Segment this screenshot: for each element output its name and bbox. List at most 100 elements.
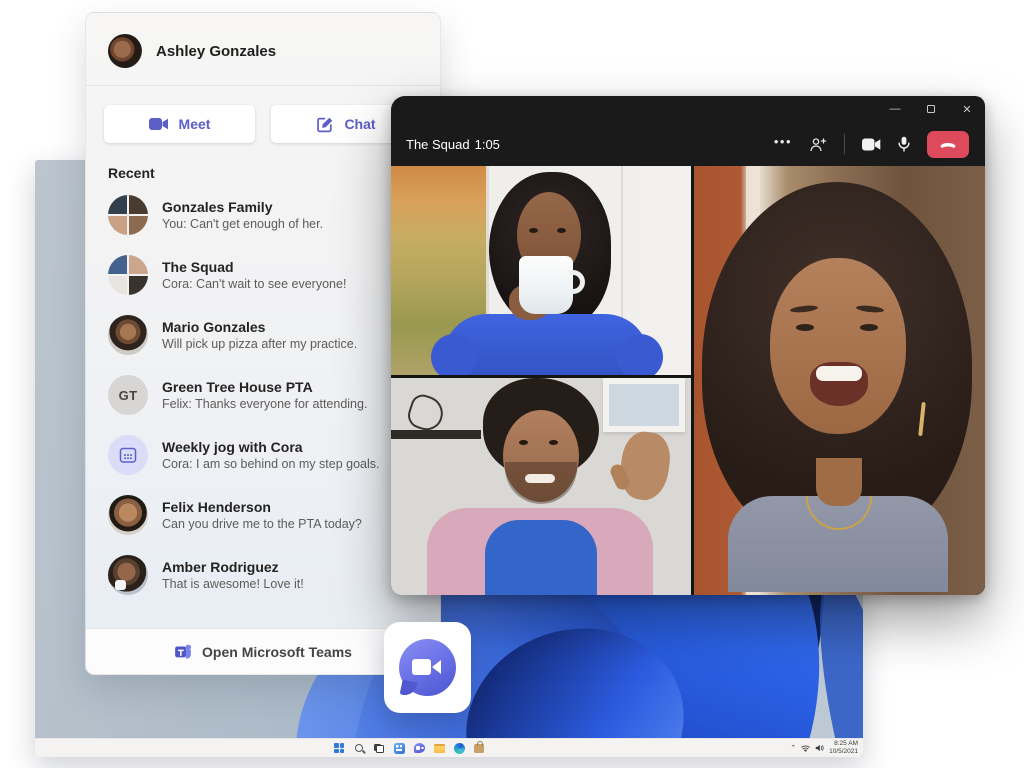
waving-hand — [616, 428, 674, 504]
conversation-name: The Squad — [162, 259, 234, 275]
conversation-preview: Felix: Thanks everyone for attending. — [162, 397, 368, 411]
conversation-preview: You: Can't get enough of her. — [162, 217, 324, 231]
call-elapsed-time: 1:05 — [474, 136, 500, 152]
chat-button-label: Chat — [344, 116, 376, 132]
task-view-icon[interactable] — [373, 742, 385, 754]
windows-chat-fab[interactable] — [384, 622, 471, 713]
meet-button-label: Meet — [178, 116, 211, 132]
taskbar-clock[interactable]: 8:25 AM 10/5/2021 — [829, 740, 858, 756]
teeth — [816, 366, 862, 381]
taskbar: ⌃ 8:25 AM 10/5/2021 — [35, 738, 863, 757]
mug — [519, 256, 573, 314]
widgets-icon[interactable] — [393, 742, 405, 754]
eye — [549, 440, 558, 445]
conversation-name: Gonzales Family — [162, 199, 273, 215]
conversation-preview: Cora: I am so behind on my step goals. — [162, 457, 380, 471]
teams-call-window: — ✕ The Squad 1:05 ••• — [391, 96, 985, 595]
conversation-row[interactable]: Gonzales Family You: Can't get enough of… — [86, 185, 440, 245]
conversation-row[interactable]: The Squad Cora: Can't wait to see everyo… — [86, 245, 440, 305]
speaker-icon[interactable] — [815, 744, 824, 752]
call-title: The Squad 1:05 — [406, 137, 500, 152]
participant-video-2 — [391, 378, 691, 595]
conversation-preview: Cora: Can't wait to see everyone! — [162, 277, 347, 291]
meet-button[interactable]: Meet — [104, 105, 255, 143]
flyout-actions: Meet Chat — [86, 86, 440, 147]
conversation-list: Gonzales Family You: Can't get enough of… — [86, 185, 440, 605]
store-icon[interactable] — [473, 741, 485, 754]
file-explorer-icon[interactable] — [433, 742, 445, 754]
edge-icon[interactable] — [453, 742, 465, 754]
shelf — [391, 430, 481, 439]
conversation-name: Weekly jog with Cora — [162, 439, 303, 455]
call-group-name: The Squad — [406, 136, 470, 152]
flyout-header: Ashley Gonzales — [86, 13, 440, 86]
conversation-row[interactable]: Mario Gonzales Will pick up pizza after … — [86, 305, 440, 365]
recent-heading: Recent — [108, 165, 155, 181]
call-header: The Squad 1:05 ••• — [391, 122, 985, 166]
conversation-name: Green Tree House PTA — [162, 379, 313, 395]
hidden-icons-chevron-icon[interactable]: ⌃ — [790, 745, 796, 752]
clock-time: 8:25 AM — [834, 740, 858, 748]
compose-icon — [317, 117, 333, 132]
open-teams-label: Open Microsoft Teams — [202, 643, 352, 660]
clock-date: 10/5/2021 — [829, 748, 858, 755]
participant-video-1 — [391, 166, 691, 375]
wifi-icon[interactable] — [801, 744, 810, 752]
chat-icon[interactable] — [413, 742, 425, 754]
eye — [529, 228, 538, 233]
eye — [519, 440, 528, 445]
shoulder — [431, 334, 477, 375]
camera-toggle-icon[interactable] — [862, 138, 881, 151]
group-avatar — [108, 195, 148, 235]
conversation-preview: That is awesome! Love it! — [162, 577, 304, 591]
conversation-name: Amber Rodriguez — [162, 559, 279, 575]
minimize-button[interactable]: — — [877, 96, 913, 122]
calendar-avatar — [108, 435, 148, 475]
conversation-row[interactable]: Weekly jog with Cora Cora: I am so behin… — [86, 425, 440, 485]
microphone-toggle-icon[interactable] — [898, 136, 910, 152]
beard — [505, 462, 577, 504]
eye — [860, 324, 878, 331]
call-controls: ••• — [774, 130, 969, 158]
avatar — [108, 315, 148, 355]
user-name: Ashley Gonzales — [156, 42, 277, 60]
phone-down-icon — [940, 142, 956, 148]
teams-logo-icon — [175, 644, 192, 659]
avatar — [108, 555, 148, 595]
avatar — [108, 34, 142, 68]
add-participant-icon[interactable] — [809, 137, 827, 152]
tshirt — [485, 520, 597, 595]
system-tray[interactable]: ⌃ 8:25 AM 10/5/2021 — [790, 739, 858, 757]
eye — [557, 228, 566, 233]
taskbar-app-icons — [333, 741, 485, 754]
start-icon[interactable] — [333, 742, 345, 754]
conversation-row[interactable]: GT Green Tree House PTA Felix: Thanks ev… — [86, 365, 440, 425]
more-options-icon[interactable]: ••• — [774, 134, 792, 154]
picture-frame — [603, 378, 685, 432]
window-titlebar: — ✕ — [391, 96, 985, 122]
conversation-preview: Will pick up pizza after my practice. — [162, 337, 358, 351]
chat-video-bubble-icon — [399, 639, 456, 696]
teams-chat-flyout: Ashley Gonzales Meet Chat Recent Gonzale… — [85, 12, 441, 675]
conversation-row[interactable]: Amber Rodriguez That is awesome! Love it… — [86, 545, 440, 605]
conversation-row[interactable]: Felix Henderson Can you drive me to the … — [86, 485, 440, 545]
face — [770, 258, 906, 434]
conversation-preview: Can you drive me to the PTA today? — [162, 517, 362, 531]
group-avatar — [108, 255, 148, 295]
eye — [796, 324, 814, 331]
initials-avatar: GT — [108, 375, 148, 415]
screenshot-canvas: ⌃ 8:25 AM 10/5/2021 Ashley Gonzales Meet… — [0, 0, 1024, 768]
avatar — [108, 495, 148, 535]
conversation-name: Felix Henderson — [162, 499, 271, 515]
search-icon[interactable] — [353, 742, 365, 754]
video-camera-icon — [148, 118, 168, 130]
maximize-button[interactable] — [913, 96, 949, 122]
participant-video-3 — [694, 166, 985, 595]
controls-divider — [844, 134, 845, 154]
smile — [525, 474, 555, 483]
hang-up-button[interactable] — [927, 130, 969, 158]
conversation-name: Mario Gonzales — [162, 319, 266, 335]
wire-sculpture — [404, 391, 448, 435]
close-button[interactable]: ✕ — [949, 96, 985, 122]
video-grid — [391, 166, 985, 595]
